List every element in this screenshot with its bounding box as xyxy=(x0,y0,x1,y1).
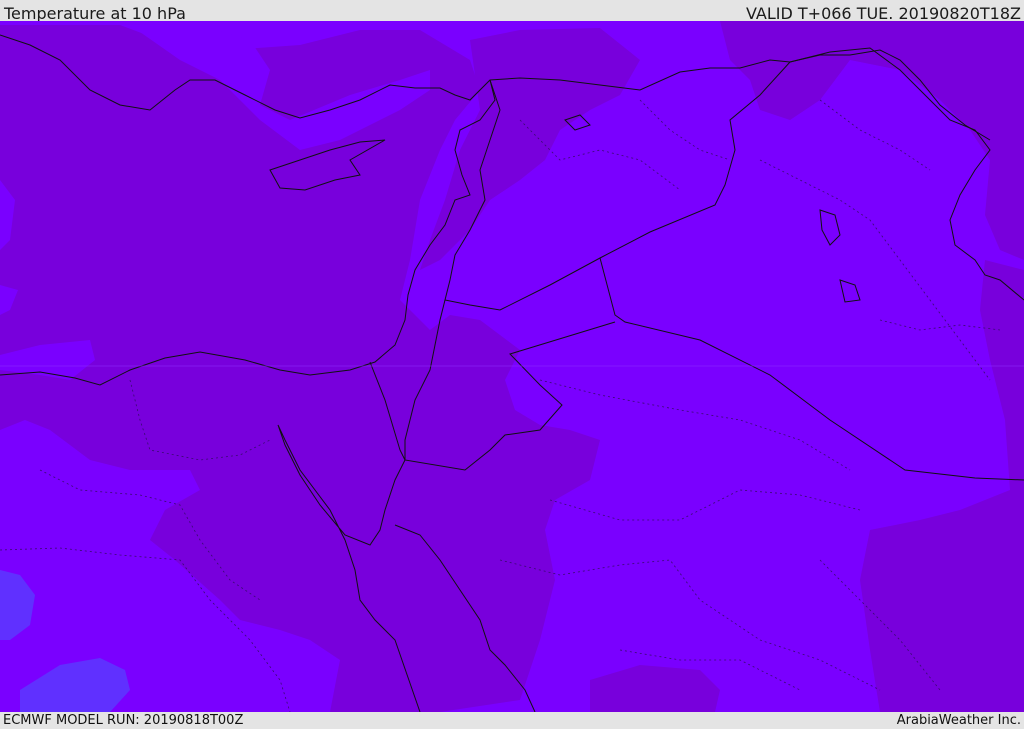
model-run: ECMWF MODEL RUN: 20190818T00Z xyxy=(3,713,244,728)
temperature-map xyxy=(0,21,1024,712)
credit: ArabiaWeather Inc. xyxy=(896,713,1021,728)
footer-bar: ECMWF MODEL RUN: 20190818T00Z ArabiaWeat… xyxy=(0,712,1024,729)
title-bar: Temperature at 10 hPa VALID T+066 TUE. 2… xyxy=(0,0,1024,23)
